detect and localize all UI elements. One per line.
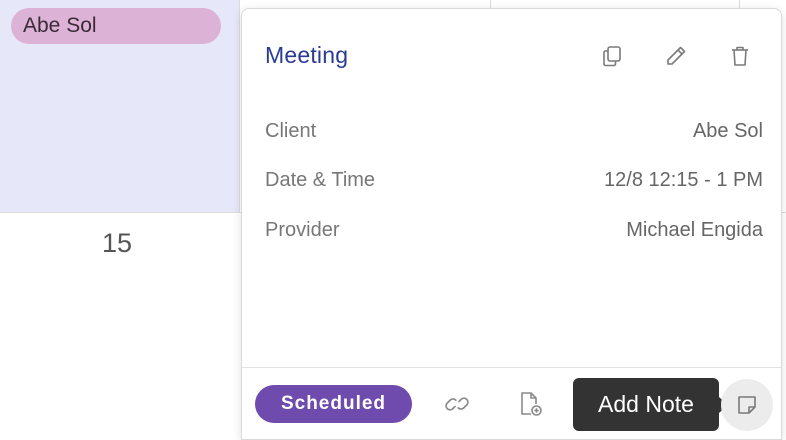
popover-footer-divider bbox=[242, 367, 781, 368]
detail-label: Client bbox=[265, 119, 317, 142]
detail-label: Provider bbox=[265, 218, 340, 241]
copy-button[interactable] bbox=[595, 39, 629, 73]
copy-link-button[interactable] bbox=[440, 387, 474, 421]
add-file-button[interactable] bbox=[513, 387, 547, 421]
delete-button[interactable] bbox=[723, 39, 757, 73]
note-icon bbox=[738, 396, 756, 414]
detail-row-date-time: Date & Time 12/8 12:15 - 1 PM bbox=[265, 165, 763, 195]
link-icon bbox=[445, 397, 469, 411]
add-note-tooltip: Add Note bbox=[573, 378, 719, 431]
file-plus-icon bbox=[521, 392, 542, 416]
calendar-day-number: 15 bbox=[101, 228, 133, 258]
popover-header-actions bbox=[595, 39, 757, 73]
detail-row-provider: Provider Michael Engida bbox=[265, 215, 763, 245]
detail-label: Date & Time bbox=[265, 168, 376, 191]
popover-title: Meeting bbox=[265, 42, 349, 68]
copy-icon bbox=[603, 46, 621, 67]
detail-value: 12/8 12:15 - 1 PM bbox=[604, 168, 763, 191]
event-popover: Meeting Client Abe Sol Date & Time 12/8 … bbox=[241, 8, 782, 440]
pencil-icon bbox=[667, 46, 686, 65]
trash-icon bbox=[732, 46, 748, 66]
add-note-button[interactable] bbox=[721, 379, 773, 431]
detail-row-client: Client Abe Sol bbox=[265, 116, 763, 146]
detail-value: Abe Sol bbox=[692, 119, 763, 142]
calendar-event-pill[interactable]: Abe Sol bbox=[11, 8, 221, 44]
detail-value: Michael Engida bbox=[626, 218, 763, 241]
status-badge[interactable]: Scheduled bbox=[255, 385, 412, 423]
edit-button[interactable] bbox=[659, 39, 693, 73]
